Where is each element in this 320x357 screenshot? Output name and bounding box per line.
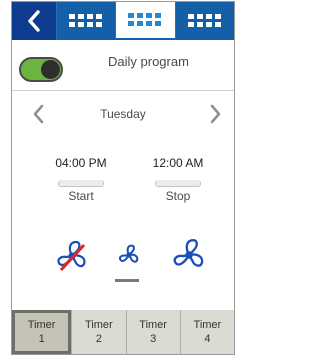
timer-tab-number: 4 [204,333,211,345]
divider [12,90,234,91]
timer-tab-label: Timer [85,319,113,331]
grid-icon [128,13,162,26]
day-label: Tuesday [100,107,146,121]
chevron-right-icon[interactable] [210,104,222,124]
timer-tab-number: 1 [38,333,45,345]
tab-view-2[interactable] [115,2,175,40]
grid-icon [69,14,103,27]
start-time-slider[interactable] [58,180,104,187]
tab-view-1[interactable] [56,2,116,40]
timer-tab-3[interactable]: Timer 3 [125,310,180,354]
back-button[interactable] [12,2,56,40]
stop-time-slider[interactable] [155,180,201,187]
timer-tab-number: 2 [95,333,102,345]
stop-label: Stop [165,189,191,203]
selected-indicator [115,279,139,282]
program-label: Daily program [108,54,189,69]
top-tab-bar [12,2,234,40]
fan-off-icon[interactable] [54,238,90,274]
tab-view-3[interactable] [174,2,234,40]
start-label: Start [68,189,94,203]
chevron-left-icon [28,10,40,32]
timer-tab-2[interactable]: Timer 2 [71,310,126,354]
timer-tab-number: 3 [150,333,157,345]
toggle-knob [41,60,60,79]
timer-tab-label: Timer [27,319,56,331]
timer-tabs: Timer 1 Timer 2 Timer 3 Timer 4 [12,310,234,354]
thermostat-screen: Daily program Tuesday 04:00 PM Start 12:… [11,1,235,355]
fan-low-icon[interactable] [117,243,141,267]
grid-icon [187,14,221,27]
timer-tab-label: Timer [139,319,167,331]
start-time[interactable]: 04:00 PM [46,156,116,170]
timer-tab-1[interactable]: Timer 1 [12,310,72,354]
timer-tab-label: Timer [193,319,222,331]
timer-tab-4[interactable]: Timer 4 [179,310,234,354]
program-toggle[interactable] [19,57,63,82]
fan-high-icon[interactable] [170,236,208,274]
stop-time[interactable]: 12:00 AM [143,156,213,170]
